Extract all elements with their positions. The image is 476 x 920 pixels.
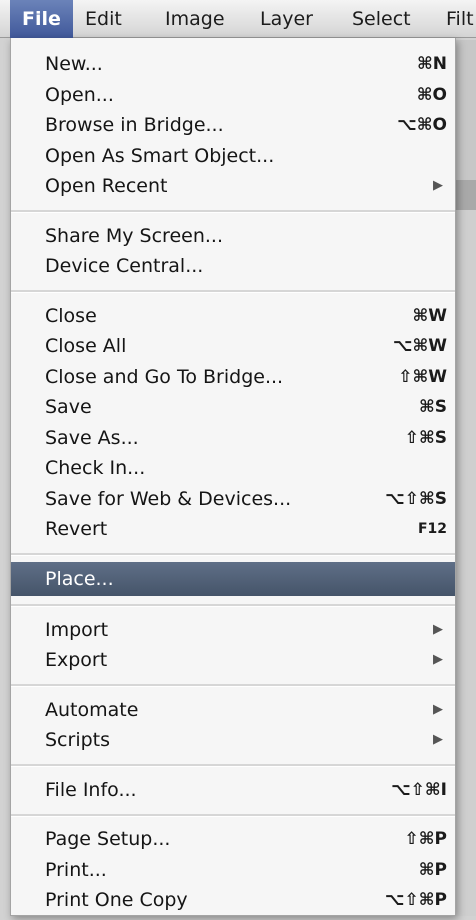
menu-item-label: Revert	[45, 518, 108, 540]
menu-filter[interactable]: Filt	[446, 0, 474, 38]
menu-bar: File Edit Image Layer Select Filt	[0, 0, 476, 38]
menu-item-shortcut: ⌥⇧⌘S	[385, 489, 447, 509]
menu-item-label: Open Recent	[45, 175, 168, 197]
menu-item-import[interactable]: Import ▶	[11, 615, 455, 645]
menu-layer[interactable]: Layer	[260, 0, 313, 38]
menu-file[interactable]: File	[10, 0, 73, 38]
submenu-arrow-icon: ▶	[433, 178, 443, 193]
menu-item-device-central[interactable]: Device Central...	[11, 251, 455, 281]
menu-item-close-all[interactable]: Close All ⌥⌘W	[11, 331, 455, 361]
menu-item-save[interactable]: Save ⌘S	[11, 392, 455, 422]
menu-item-shortcut: ⇧⌘S	[404, 428, 447, 448]
menu-item-label: Share My Screen...	[45, 225, 223, 247]
menu-item-shortcut: ⌘O	[416, 85, 447, 105]
menu-item-label: Import	[45, 619, 109, 641]
menu-item-open[interactable]: Open... ⌘O	[11, 80, 455, 110]
background-area	[456, 40, 476, 180]
menu-item-open-as-smart-object[interactable]: Open As Smart Object...	[11, 141, 455, 171]
menu-item-label: Check In...	[45, 457, 146, 479]
menu-separator	[11, 553, 455, 556]
menu-item-shortcut: ⌘S	[418, 397, 447, 417]
menu-item-label: Place...	[45, 568, 114, 590]
menu-item-shortcut: ⌥⇧⌘P	[384, 890, 447, 910]
menu-item-revert[interactable]: Revert F12	[11, 514, 455, 544]
menu-item-label: Browse in Bridge...	[45, 114, 224, 136]
menu-item-label: Automate	[45, 699, 139, 721]
menu-item-save-as[interactable]: Save As... ⇧⌘S	[11, 423, 455, 453]
menu-item-close-and-go-to-bridge[interactable]: Close and Go To Bridge... ⇧⌘W	[11, 362, 455, 392]
menu-item-label: Save As...	[45, 427, 139, 449]
menu-item-browse-in-bridge[interactable]: Browse in Bridge... ⌥⌘O	[11, 110, 455, 140]
menu-item-page-setup[interactable]: Page Setup... ⇧⌘P	[11, 824, 455, 854]
menu-item-label: Save for Web & Devices...	[45, 488, 292, 510]
menu-separator	[11, 814, 455, 817]
menu-item-label: Export	[45, 649, 108, 671]
menu-item-label: Close and Go To Bridge...	[45, 366, 284, 388]
menu-select[interactable]: Select	[352, 0, 411, 38]
submenu-arrow-icon: ▶	[433, 702, 443, 717]
menu-separator	[11, 290, 455, 293]
menu-item-label: Open...	[45, 84, 114, 106]
menu-item-label: Close	[45, 305, 97, 327]
menu-separator	[11, 604, 455, 607]
menu-item-label: Save	[45, 396, 92, 418]
file-menu-dropdown: New... ⌘N Open... ⌘O Browse in Bridge... ⌥⌘O O…	[10, 38, 456, 916]
menu-item-label: Close All	[45, 335, 127, 357]
menu-separator	[11, 764, 455, 767]
submenu-arrow-icon: ▶	[433, 622, 443, 637]
menu-item-label: Device Central...	[45, 255, 204, 277]
menu-item-shortcut: ⌥⌘W	[392, 336, 447, 356]
menu-item-place[interactable]: Place...	[11, 562, 455, 596]
menu-item-automate[interactable]: Automate ▶	[11, 695, 455, 725]
menu-item-label: Scripts	[45, 729, 111, 751]
menu-item-shortcut: F12	[417, 521, 447, 537]
menu-edit[interactable]: Edit	[85, 0, 122, 38]
menu-item-check-in[interactable]: Check In...	[11, 453, 455, 483]
menu-item-open-recent[interactable]: Open Recent ▶	[11, 171, 455, 201]
menu-item-save-for-web-devices[interactable]: Save for Web & Devices... ⌥⇧⌘S	[11, 484, 455, 514]
menu-item-shortcut: ⌥⌘O	[397, 115, 447, 135]
background-area	[456, 180, 476, 210]
menu-item-label: Print One Copy	[45, 889, 188, 911]
menu-item-shortcut: ⌘N	[417, 54, 447, 74]
menu-item-shortcut: ⌥⇧⌘I	[391, 780, 447, 800]
menu-item-label: New...	[45, 53, 103, 75]
menu-image[interactable]: Image	[165, 0, 225, 38]
menu-item-scripts[interactable]: Scripts ▶	[11, 725, 455, 755]
submenu-arrow-icon: ▶	[433, 732, 443, 747]
menu-item-file-info[interactable]: File Info... ⌥⇧⌘I	[11, 775, 455, 805]
menu-item-share-my-screen[interactable]: Share My Screen...	[11, 221, 455, 251]
menu-item-shortcut: ⌘P	[418, 860, 447, 880]
menu-item-new[interactable]: New... ⌘N	[11, 49, 455, 79]
menu-item-label: Print...	[45, 859, 107, 881]
menu-item-shortcut: ⇧⌘W	[398, 367, 447, 387]
menu-item-print[interactable]: Print... ⌘P	[11, 855, 455, 885]
menu-separator	[11, 210, 455, 213]
menu-item-export[interactable]: Export ▶	[11, 645, 455, 675]
menu-separator	[11, 684, 455, 687]
submenu-arrow-icon: ▶	[433, 652, 443, 667]
menu-item-print-one-copy[interactable]: Print One Copy ⌥⇧⌘P	[11, 885, 455, 915]
menu-item-label: Open As Smart Object...	[45, 145, 275, 167]
menu-item-label: File Info...	[45, 779, 137, 801]
background-area	[456, 210, 476, 916]
menu-item-shortcut: ⌘W	[412, 306, 447, 326]
menu-item-shortcut: ⇧⌘P	[404, 829, 447, 849]
menu-item-label: Page Setup...	[45, 828, 171, 850]
menu-item-close[interactable]: Close ⌘W	[11, 301, 455, 331]
